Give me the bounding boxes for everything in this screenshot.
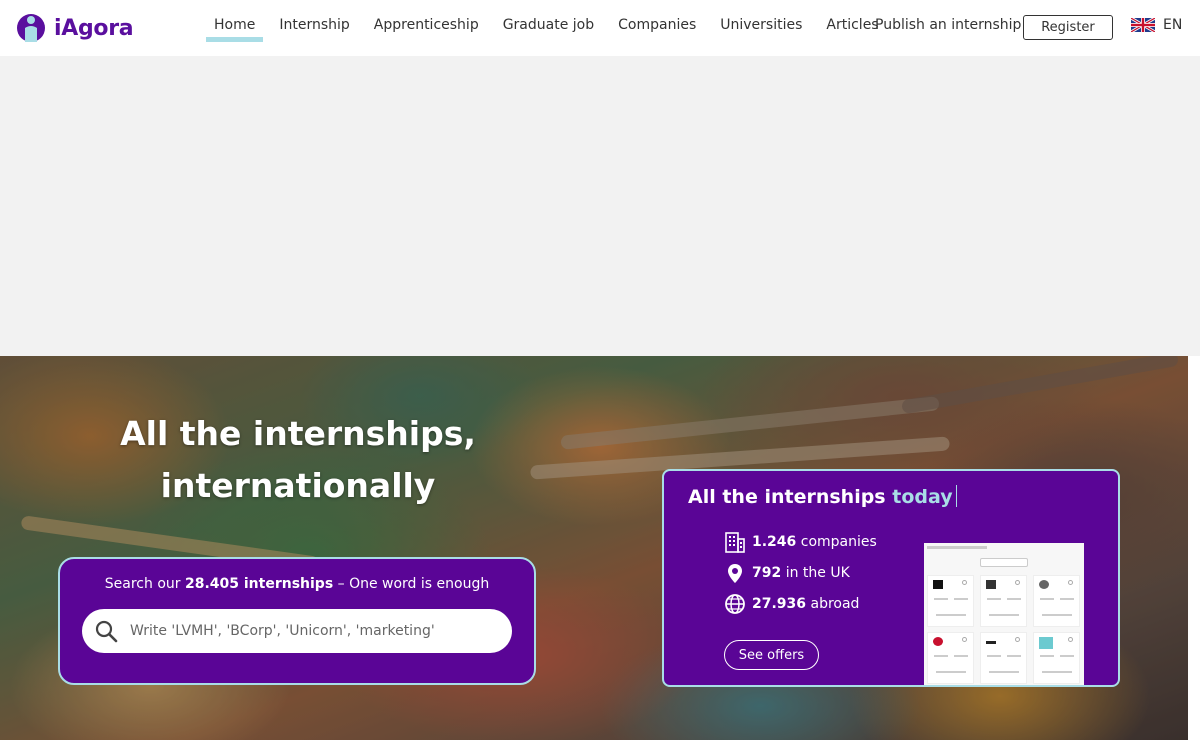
preview-company-card <box>980 575 1027 627</box>
stats-card: All the internships today 1.246 companie… <box>662 469 1120 687</box>
hero-section: All the internships, internationally Sea… <box>0 356 1188 740</box>
search-label-prefix: Search our <box>104 576 181 592</box>
stats-title-main: All the internships <box>688 486 886 508</box>
stat-abroad: 27.936 abroad <box>724 593 859 615</box>
hero-title: All the internships, internationally <box>120 414 476 505</box>
logo-text: iAgora <box>54 15 134 41</box>
nav-internship[interactable]: Internship <box>271 0 357 56</box>
preview-company-card <box>1033 632 1080 684</box>
companies-count: 1.246 <box>752 534 797 550</box>
nav-home[interactable]: Home <box>206 0 264 56</box>
register-button[interactable]: Register <box>1023 15 1113 40</box>
see-offers-button[interactable]: See offers <box>724 640 819 670</box>
stats-title-accent: today <box>892 486 953 508</box>
companies-preview-image <box>924 543 1084 685</box>
preview-button-shape <box>980 558 1028 567</box>
internship-count: 28.405 internships <box>184 576 334 592</box>
preview-company-card <box>927 575 974 627</box>
uk-flag-icon <box>1131 18 1155 32</box>
publish-internship-link[interactable]: Publish an internship <box>875 17 1021 33</box>
abroad-count: 27.936 <box>752 596 807 612</box>
preview-header-line <box>927 546 987 549</box>
location-pin-icon <box>728 564 742 583</box>
uk-count: 792 <box>752 565 782 581</box>
preview-company-card <box>1033 575 1080 627</box>
nav-universities[interactable]: Universities <box>712 0 810 56</box>
companies-label: companies <box>800 534 877 550</box>
search-box[interactable] <box>82 609 512 653</box>
language-code: EN <box>1163 17 1183 33</box>
globe-icon <box>725 594 745 614</box>
search-input[interactable] <box>130 623 490 639</box>
search-icon <box>95 620 118 643</box>
uk-label: in the UK <box>785 565 850 581</box>
preview-company-card <box>980 632 1027 684</box>
logo-icon <box>17 14 45 42</box>
stat-uk: 792 in the UK <box>724 562 850 584</box>
language-selector[interactable]: EN <box>1131 17 1182 33</box>
stat-companies: 1.246 companies <box>724 531 877 553</box>
preview-company-card <box>927 632 974 684</box>
logo[interactable]: iAgora <box>16 12 134 44</box>
main-nav: Home Internship Apprenticeship Graduate … <box>206 0 895 56</box>
nav-companies[interactable]: Companies <box>610 0 704 56</box>
typing-caret <box>955 485 957 507</box>
nav-graduate-job[interactable]: Graduate job <box>495 0 602 56</box>
top-header: iAgora Home Internship Apprenticeship Gr… <box>0 0 1200 56</box>
ad-banner-area <box>0 56 1200 356</box>
search-label: Search our 28.405 internships – One word… <box>60 576 534 592</box>
abroad-label: abroad <box>810 596 860 612</box>
nav-apprenticeship[interactable]: Apprenticeship <box>366 0 487 56</box>
search-card: Search our 28.405 internships – One word… <box>58 557 536 685</box>
stats-title: All the internships today <box>688 485 957 508</box>
building-icon <box>725 532 745 553</box>
search-label-suffix: – One word is enough <box>337 576 490 592</box>
